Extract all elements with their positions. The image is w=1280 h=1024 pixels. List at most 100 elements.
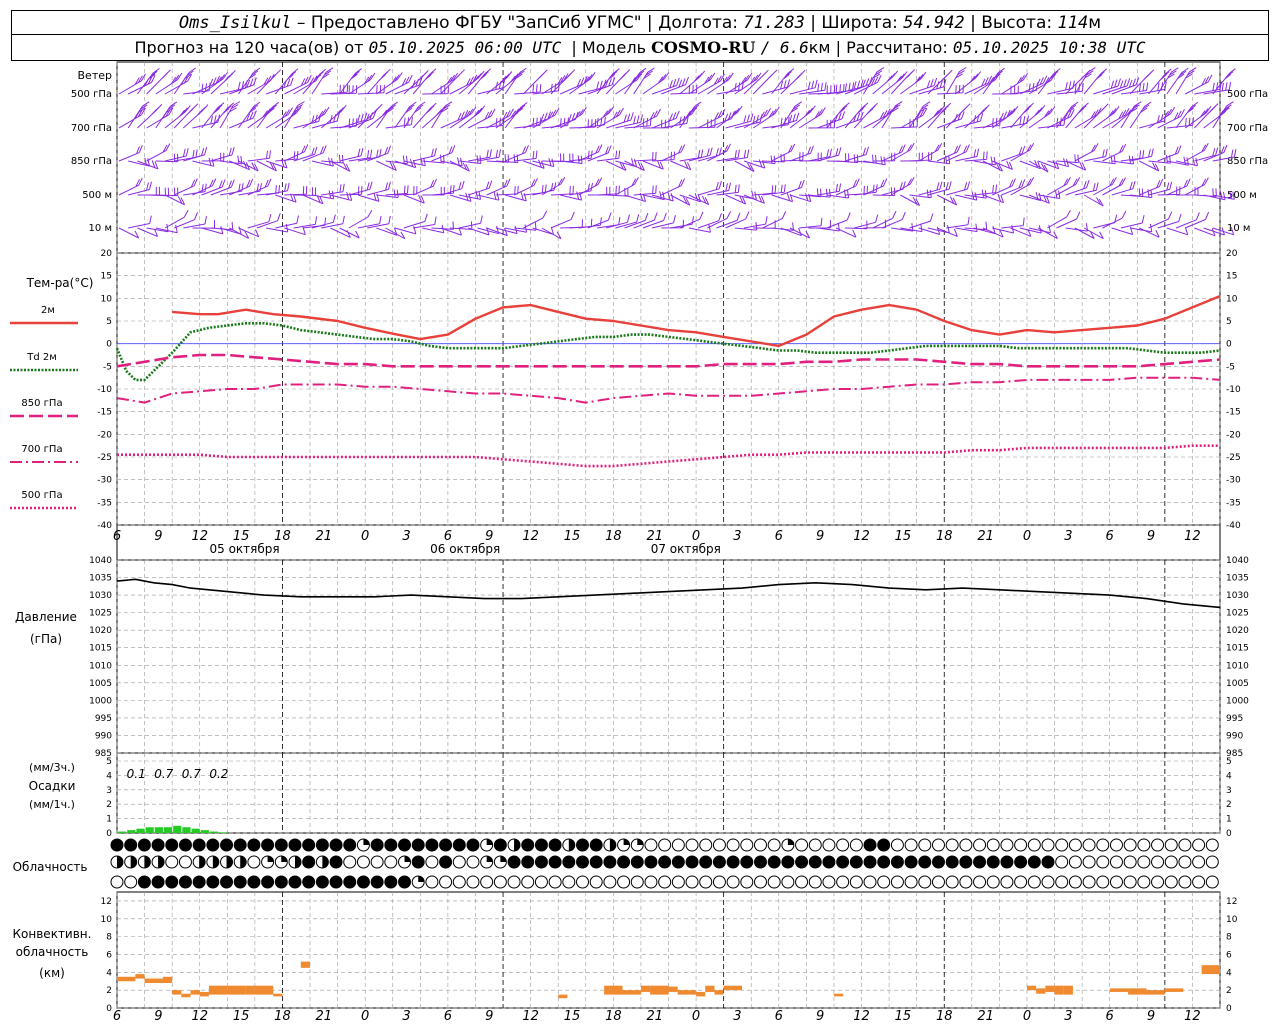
cloud-symbol	[548, 875, 562, 889]
conv-y-tick-right: 10	[1226, 915, 1238, 925]
wind-barb	[679, 149, 704, 162]
wind-barb	[1001, 145, 1026, 162]
cloud-symbol	[1041, 855, 1055, 869]
wind-barb	[1083, 103, 1109, 129]
wind-barb	[1129, 69, 1155, 95]
wind-barb	[1093, 214, 1118, 229]
cloud-quarter	[281, 856, 288, 862]
cloud-symbol	[466, 838, 480, 852]
wind-barb	[605, 160, 627, 171]
cloud-symbol	[589, 838, 603, 852]
wind-barb	[1056, 101, 1079, 129]
wind-barb	[284, 144, 309, 162]
wind-barb	[394, 77, 423, 95]
cloud-quarter	[363, 839, 370, 845]
wind-barb	[458, 215, 483, 229]
wind-barb	[679, 193, 702, 203]
cloud-symbol	[343, 855, 357, 869]
conv-bar	[677, 990, 697, 995]
cloud-symbol	[986, 875, 1000, 889]
wind-barb	[146, 69, 171, 95]
cloud-symbol	[151, 838, 165, 852]
precip-bar	[200, 830, 209, 833]
wind-barb	[375, 101, 398, 129]
cloud-symbol	[808, 838, 822, 852]
cloud-symbol	[192, 875, 206, 889]
cloud-symbol	[1205, 875, 1219, 889]
x-tick-label-bottom: 18	[936, 1009, 953, 1024]
x-tick-label: 9	[816, 529, 824, 544]
cloud-quarter	[404, 856, 411, 862]
cloud-symbol	[356, 855, 370, 869]
cloud-symbol	[178, 875, 192, 889]
temp-title: Тем-ра(°C)	[26, 276, 94, 290]
wind-barb	[1001, 217, 1025, 229]
conv-bar	[135, 974, 145, 979]
cloud-symbol	[521, 875, 535, 889]
cloud-symbol	[411, 855, 425, 869]
cloud-symbol	[986, 855, 1000, 869]
wind-barb	[247, 213, 272, 229]
cloud-symbol	[493, 838, 507, 852]
press-y-tick: 1015	[89, 644, 112, 654]
precip-y-tick: 3	[106, 786, 112, 796]
wind-barb	[348, 181, 373, 196]
press-y-tick: 1020	[89, 626, 112, 636]
cloud-half	[609, 839, 616, 851]
wind-barb	[1102, 210, 1127, 229]
conv-bar	[190, 990, 200, 995]
cloud-half	[117, 856, 123, 868]
precip-y-tick-right: 3	[1226, 786, 1232, 796]
wind-barb	[1074, 227, 1095, 239]
wind-barb	[670, 160, 692, 171]
wind-barb	[789, 193, 812, 203]
cloud-symbol	[370, 855, 384, 869]
wind-barb	[201, 179, 226, 196]
temp-y-tick-right: 20	[1226, 249, 1238, 259]
wind-barb	[412, 68, 437, 95]
cloud-symbol	[1178, 855, 1192, 869]
wind-barb	[192, 157, 215, 167]
wind-barb	[495, 106, 523, 129]
cloud-half	[514, 839, 521, 851]
date-label: 06 октября	[430, 542, 500, 556]
x-tick-label: 18	[605, 529, 622, 544]
cloud-symbol	[1178, 838, 1192, 852]
press-y-tick: 995	[95, 714, 112, 724]
temp-y-tick: -5	[103, 362, 112, 372]
temp-y-tick-right: 0	[1226, 340, 1232, 350]
wind-level-label: 500 м	[82, 190, 112, 201]
x-tick-label-bottom: 3	[1064, 1009, 1072, 1024]
wind-barb	[918, 105, 945, 129]
wind-barb	[1019, 191, 1042, 202]
precip-3h-total: 0.2	[209, 767, 228, 781]
cloud-symbol	[534, 838, 548, 852]
precip-3h-total: 0.7	[182, 767, 201, 781]
cloud-symbol	[411, 838, 425, 852]
cloud-symbol	[959, 875, 973, 889]
cloud-symbol	[836, 875, 850, 889]
wind-barb	[927, 181, 952, 196]
wind-barb	[137, 160, 159, 170]
cloud-symbol	[877, 875, 891, 889]
wind-barb	[376, 72, 403, 95]
wind-barb	[955, 71, 982, 95]
cloud-symbol	[110, 838, 124, 852]
wind-barb	[1148, 181, 1173, 196]
precip-bar	[219, 832, 228, 833]
date-label: 05 октября	[210, 542, 280, 556]
cloud-symbol	[370, 838, 384, 852]
conv-y-tick: 6	[106, 950, 112, 960]
cloud-symbol	[904, 838, 918, 852]
cloud-symbol	[644, 855, 658, 869]
cloud-symbol	[795, 838, 809, 852]
cloud-symbol	[1137, 875, 1151, 889]
wind-barb	[1065, 223, 1088, 232]
cloud-symbol	[699, 855, 713, 869]
cloud-symbol	[658, 838, 672, 852]
cloud-symbol	[329, 875, 343, 889]
cloud-symbol	[918, 855, 932, 869]
conv-bar	[273, 993, 283, 997]
x-tick-label-bottom: 12	[853, 1009, 870, 1024]
wind-barb	[1166, 227, 1189, 236]
